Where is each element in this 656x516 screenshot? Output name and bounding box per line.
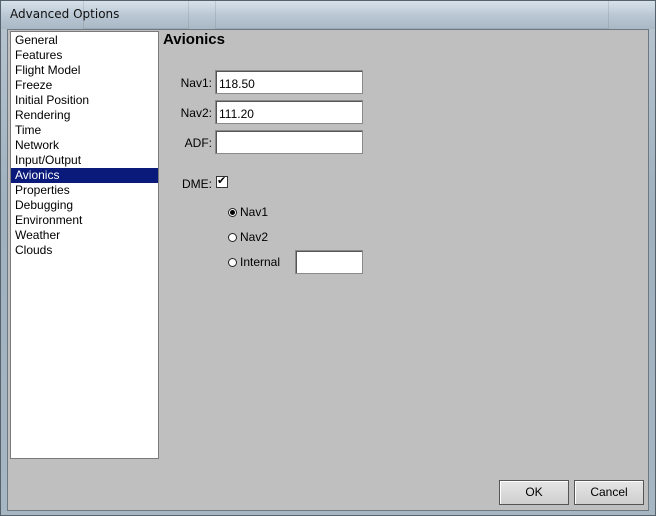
panel-title: Avionics <box>163 31 225 48</box>
dialog-client-area: General Features Flight Model Freeze Ini… <box>7 29 649 511</box>
category-item-input-output[interactable]: Input/Output <box>11 153 158 168</box>
dme-label: DME: <box>182 177 212 191</box>
category-item-environment[interactable]: Environment <box>11 213 158 228</box>
category-item-avionics[interactable]: Avionics <box>11 168 158 183</box>
category-item-flight-model[interactable]: Flight Model <box>11 63 158 78</box>
category-item-weather[interactable]: Weather <box>11 228 158 243</box>
category-item-properties[interactable]: Properties <box>11 183 158 198</box>
nav1-input[interactable] <box>215 70 363 94</box>
dme-radio-nav2-label[interactable]: Nav2 <box>240 230 268 244</box>
category-item-freeze[interactable]: Freeze <box>11 78 158 93</box>
nav2-label: Nav2: <box>180 106 212 120</box>
background-window-ghost <box>215 1 609 29</box>
category-item-debugging[interactable]: Debugging <box>11 198 158 213</box>
advanced-options-window: Advanced Options General Features Flight… <box>0 0 656 516</box>
dme-checkbox[interactable]: ✔ <box>216 174 228 188</box>
category-list[interactable]: General Features Flight Model Freeze Ini… <box>10 31 159 459</box>
checkmark-icon: ✔ <box>217 174 227 187</box>
adf-label: ADF: <box>184 136 212 150</box>
nav2-input[interactable] <box>215 100 363 124</box>
dme-radio-nav1[interactable] <box>228 208 237 217</box>
category-item-features[interactable]: Features <box>11 48 158 63</box>
title-bar[interactable]: Advanced Options <box>1 1 655 29</box>
dme-radio-nav1-label[interactable]: Nav1 <box>240 205 268 219</box>
ok-button[interactable]: OK <box>499 480 569 505</box>
cancel-button[interactable]: Cancel <box>574 480 644 505</box>
dme-radio-internal[interactable] <box>228 258 237 267</box>
category-item-network[interactable]: Network <box>11 138 158 153</box>
dme-internal-input[interactable] <box>295 250 363 274</box>
category-item-clouds[interactable]: Clouds <box>11 243 158 258</box>
radio-selected-dot <box>230 210 235 215</box>
category-item-general[interactable]: General <box>11 33 158 48</box>
adf-input[interactable] <box>215 130 363 154</box>
dme-radio-nav2[interactable] <box>228 233 237 242</box>
dme-radio-internal-label[interactable]: Internal <box>240 255 280 269</box>
category-item-initial-position[interactable]: Initial Position <box>11 93 158 108</box>
category-item-time[interactable]: Time <box>11 123 158 138</box>
nav1-label: Nav1: <box>180 76 212 90</box>
window-title: Advanced Options <box>10 7 120 21</box>
category-item-rendering[interactable]: Rendering <box>11 108 158 123</box>
